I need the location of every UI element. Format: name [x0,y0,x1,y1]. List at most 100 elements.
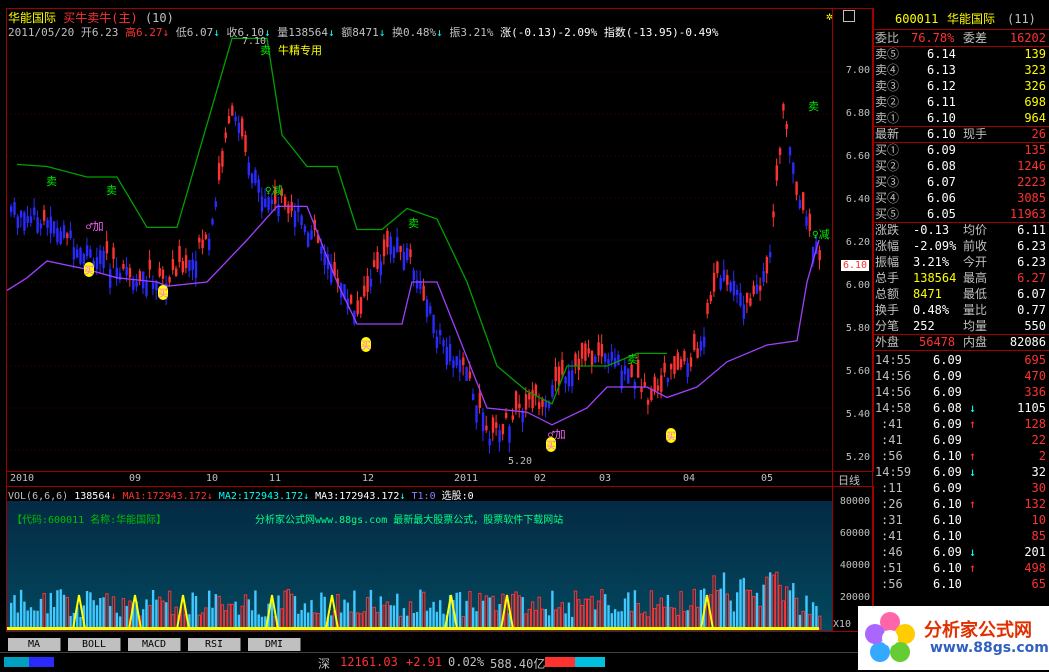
buy-label: 买② [875,159,900,173]
buy-label: 买③ [875,175,900,189]
stat-label: 分笔 [875,319,900,333]
weicha-label: 委差 [963,31,988,45]
tick-row[interactable]: :56 6.10 ↑ 2 [875,448,1048,464]
tab-boll[interactable]: BOLL [68,638,121,651]
tick-row[interactable]: 14:56 6.09 336 [875,384,1048,400]
buy-row[interactable]: 买④ 6.06 3085 [875,190,1048,206]
status-change: +2.91 [406,655,443,669]
date-tick: 03 [599,473,612,484]
tick-time: :26 [881,497,903,511]
sell-row[interactable]: 卖③ 6.12 326 [875,78,1048,94]
tick-row[interactable]: :41 6.09 ↑ 128 [875,416,1048,432]
buy-row[interactable]: 买③ 6.07 2223 [875,174,1048,190]
buy-signal: 买 [666,428,676,443]
buy-vol: 3085 [1017,191,1046,205]
tick-price: 6.08 [933,401,962,415]
tick-time: :56 [881,449,903,463]
stat-label: 总额 [875,287,900,301]
tick-vol: 22 [1031,433,1046,447]
sell-vol: 139 [1024,47,1046,61]
sell-row[interactable]: 卖⑤ 6.14 139 [875,46,1048,62]
tick-row[interactable]: :56 6.10 65 [875,576,1048,592]
stat-value: 252 [913,319,935,333]
sell-label: 卖① [875,111,900,125]
tick-arrow: ↑ [969,561,977,575]
tick-vol: 10 [1031,513,1046,527]
stat-value: 6.27 [1017,271,1046,285]
sell-vol: 964 [1024,111,1046,125]
vol-t1: T1:0 [411,491,436,502]
sell-row[interactable]: 卖④ 6.13 323 [875,62,1048,78]
formula-name[interactable]: 买牛卖牛(主) [63,11,137,25]
stat-value: -2.09% [913,239,957,253]
tab-ma[interactable]: MA [8,638,61,651]
vol-banner-code: 【代码:600011 名称:华能国际】 [12,515,167,526]
tick-row[interactable]: :51 6.10 ↑ 498 [875,560,1048,576]
stat-row: 涨幅 -2.09% 前收 6.23 [875,238,1048,254]
price-tick: 5.80 [845,323,870,334]
tick-row[interactable]: 14:56 6.09 470 [875,368,1048,384]
buy-signal: 买 [158,285,168,300]
vol-tick: 40000 [839,560,870,571]
indicator-tabs: MA BOLL MACD RSI DMI [0,638,320,651]
trough-price-label: 5.20 [508,456,533,467]
sell-row[interactable]: 卖② 6.11 698 [875,94,1048,110]
reduce-signal: ♀减 [812,228,830,241]
info-high: 高6.27 [124,26,163,39]
price-tick: 6.60 [845,151,870,162]
tick-price: 6.10 [933,449,962,463]
buy-vol: 1246 [1017,159,1046,173]
info-date: 2011/05/20 [8,26,75,39]
tick-arrow: ↑ [969,497,977,511]
tick-row[interactable]: :41 6.10 85 [875,528,1048,544]
sell-price: 6.12 [927,79,956,93]
status-market: 深 [318,657,331,671]
kline-chart[interactable] [6,8,833,472]
cur-label: 现手 [963,127,988,141]
tick-row[interactable]: 14:55 6.09 695 [875,352,1048,368]
stat-value: 550 [1024,319,1046,333]
tick-row[interactable]: :26 6.10 ↑ 132 [875,496,1048,512]
tick-row[interactable]: 14:59 6.09 ↓ 32 [875,464,1048,480]
tick-arrow: ↓ [969,545,977,559]
stat-value: 6.11 [1017,223,1046,237]
vol-ma3: MA3:172943.172 [315,491,400,502]
stat-value: 6.07 [1017,287,1046,301]
tick-row[interactable]: :11 6.09 30 [875,480,1048,496]
sell-row[interactable]: 卖① 6.10 964 [875,110,1048,126]
volume-canvas [7,571,822,630]
info-index: 指数(-13.95)-0.49% [603,26,719,39]
stat-row: 分笔 252 均量 550 [875,318,1048,334]
stat-row: 总额 8471 最低 6.07 [875,286,1048,302]
vol-tick: 20000 [839,592,870,603]
buy-label: 买⑤ [875,207,900,221]
tick-time: :56 [881,577,903,591]
tick-row[interactable]: :46 6.09 ↓ 201 [875,544,1048,560]
buy-row[interactable]: 买① 6.09 135 [875,142,1048,158]
buy-row[interactable]: 买② 6.08 1246 [875,158,1048,174]
volume-header: VOL(6,6,6) 138564↓ MA1:172943.172↓ MA2:1… [8,491,474,502]
tab-dmi[interactable]: DMI [248,638,301,651]
tick-row[interactable]: :41 6.09 22 [875,432,1048,448]
date-tick: 02 [534,473,547,484]
tick-row[interactable]: :31 6.10 10 [875,512,1048,528]
buy-row[interactable]: 买⑤ 6.05 11963 [875,206,1048,222]
vol-value: 138564 [74,491,111,502]
weicha-value: 16202 [1009,31,1046,45]
tick-time: :46 [881,545,903,559]
inner-label: 内盘 [963,335,988,349]
volume-panel[interactable] [6,486,833,632]
sell-vol: 323 [1024,63,1046,77]
tab-macd[interactable]: MACD [128,638,181,651]
tab-rsi[interactable]: RSI [188,638,241,651]
tick-row[interactable]: 14:58 6.08 ↓ 1105 [875,400,1048,416]
vol-ma1: MA1:172943.172 [122,491,207,502]
buy-label: 买① [875,143,900,157]
outer-value: 56478 [919,335,956,349]
price-tick: 5.60 [845,366,870,377]
info-open: 开6.23 [80,26,119,39]
quote-suffix: (11) [1007,12,1036,26]
stat-label: 均量 [963,319,988,333]
latest-label: 最新 [875,127,900,141]
reduce-signal: ♀减 [265,184,283,197]
